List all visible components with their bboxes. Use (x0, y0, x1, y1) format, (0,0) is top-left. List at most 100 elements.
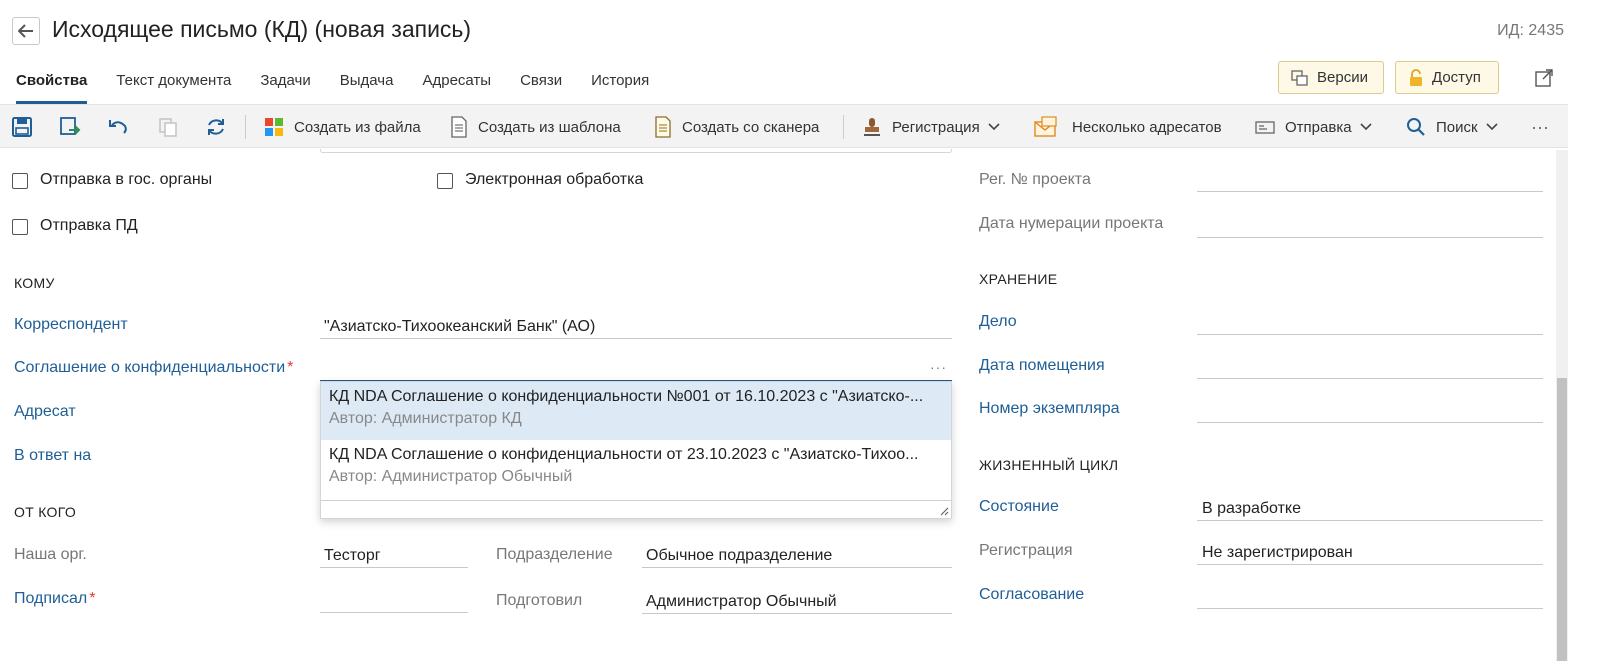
correspondent-label[interactable]: Корреспондент (14, 316, 128, 334)
scrollbar-thumb[interactable] (1557, 378, 1567, 661)
gov-sending-label: Отправка в гос. органы (40, 171, 213, 188)
dropdown-option-title: КД NDA Соглашение о конфиденциальности о… (329, 446, 919, 463)
versions-button[interactable]: Версии (1278, 61, 1384, 94)
record-id: ИД: 2435 (1497, 22, 1564, 39)
case-label[interactable]: Дело (979, 313, 1017, 331)
registration-label: Регистрация (892, 118, 980, 136)
electronic-processing-label: Электронная обработка (465, 171, 644, 188)
nda-dropdown-list: КД NDA Соглашение о конфиденциальности №… (320, 381, 952, 519)
chevron-down-icon (1359, 123, 1372, 131)
tab-properties[interactable]: Свойства (16, 71, 88, 104)
tab-addressees[interactable]: Адресаты (422, 71, 491, 104)
registration-menu-button[interactable]: Регистрация (862, 116, 1010, 138)
copy-icon[interactable] (157, 116, 179, 138)
pd-sending-checkbox[interactable] (12, 219, 28, 235)
placement-date-underline (1197, 378, 1543, 379)
dropdown-option-author: Автор: Администратор КД (329, 410, 522, 427)
multiple-recipients-label: Несколько адресатов (1072, 118, 1222, 136)
toolbar-separator (245, 115, 246, 139)
save-icon[interactable] (11, 116, 33, 138)
our-org-label: Наша орг. (14, 546, 87, 563)
versions-label: Версии (1317, 69, 1368, 86)
nda-label[interactable]: Соглашение о конфиденциальности * (14, 359, 293, 377)
save-and-close-icon[interactable] (59, 116, 81, 138)
tab-history[interactable]: История (591, 71, 649, 104)
create-from-template-label: Создать из шаблона (478, 118, 621, 136)
gov-sending-checkbox[interactable] (12, 173, 28, 189)
prepared-underline (642, 613, 952, 614)
toolbar-separator (843, 115, 844, 139)
section-lifecycle-title: ЖИЗНЕННЫЙ ЦИКЛ (979, 457, 1119, 473)
chevron-down-icon (988, 123, 1000, 131)
envelope-icon (1034, 116, 1057, 137)
dropdown-option[interactable]: КД NDA Соглашение о конфиденциальности о… (321, 440, 951, 498)
state-underline (1197, 520, 1543, 521)
tab-tasks[interactable]: Задачи (260, 71, 310, 104)
addressee-label[interactable]: Адресат (14, 403, 76, 421)
mail-send-icon (1255, 121, 1275, 134)
tab-links[interactable]: Связи (520, 71, 562, 104)
refresh-icon[interactable] (205, 116, 227, 138)
reg-no-underline (1197, 191, 1543, 192)
versions-icon (1291, 69, 1308, 86)
undo-icon[interactable] (107, 116, 129, 138)
tab-bar: Свойства Текст документа Задачи Выдача А… (16, 71, 678, 105)
registration-status-value[interactable]: Не зарегистрирован (1202, 544, 1353, 562)
stamp-icon (864, 118, 880, 136)
section-storage-title: ХРАНЕНИЕ (979, 271, 1058, 287)
toolbar: Создать из файла Создать из шаблона Созд… (0, 104, 1568, 148)
numbering-date-underline (1197, 237, 1543, 238)
state-value[interactable]: В разработке (1202, 500, 1301, 518)
prepared-value[interactable]: Администратор Обычный (646, 593, 837, 611)
create-from-file-label: Создать из файла (294, 118, 421, 136)
create-from-template-button[interactable]: Создать из шаблона (450, 116, 621, 138)
create-from-file-button[interactable]: Создать из файла (264, 116, 421, 138)
document-icon (451, 116, 467, 138)
sending-label: Отправка (1285, 118, 1352, 136)
our-org-underline (320, 567, 468, 568)
sending-menu-button[interactable]: Отправка (1255, 116, 1382, 138)
resize-handle-icon[interactable] (939, 506, 949, 516)
state-label[interactable]: Состояние (979, 498, 1059, 516)
previous-field-box (320, 149, 952, 153)
numbering-date-label: Дата нумерации проекта (979, 215, 1164, 232)
dropdown-option-title: КД NDA Соглашение о конфиденциальности №… (329, 388, 924, 405)
tab-document-text[interactable]: Текст документа (116, 71, 231, 104)
nda-label-text: Соглашение о конфиденциальности (14, 359, 286, 376)
required-mark: * (89, 590, 96, 607)
access-label: Доступ (1432, 69, 1481, 86)
registration-status-underline (1197, 564, 1543, 565)
copy-number-label[interactable]: Номер экземпляра (979, 400, 1120, 418)
approval-label[interactable]: Согласование (979, 586, 1084, 604)
open-new-window-icon[interactable] (1534, 68, 1554, 88)
prepared-label: Подготовил (496, 592, 583, 609)
required-mark: * (287, 359, 294, 376)
search-menu-button[interactable]: Поиск (1406, 116, 1508, 138)
registration-status-label: Регистрация (979, 542, 1073, 559)
create-from-scanner-label: Создать со сканера (682, 118, 820, 136)
tab-issuance[interactable]: Выдача (340, 71, 394, 104)
electronic-processing-checkbox[interactable] (437, 173, 453, 189)
copy-number-underline (1197, 422, 1543, 423)
chevron-down-icon (1486, 123, 1498, 131)
dropdown-divider (321, 500, 951, 501)
our-org-value[interactable]: Тесторг (324, 547, 381, 565)
access-button[interactable]: Доступ (1395, 61, 1499, 94)
back-button[interactable] (12, 17, 40, 45)
correspondent-value[interactable]: "Азиатско-Тихоокеанский Банк" (АО) (324, 318, 595, 336)
signed-label[interactable]: Подписал * (14, 590, 95, 608)
search-label: Поиск (1436, 118, 1478, 136)
lock-icon (1410, 68, 1422, 86)
create-from-scanner-button[interactable]: Создать со сканера (654, 116, 819, 138)
department-value[interactable]: Обычное подразделение (646, 547, 832, 565)
multiple-recipients-button[interactable]: Несколько адресатов (1034, 116, 1222, 138)
page-header: Исходящее письмо (КД) (новая запись) ИД:… (0, 0, 1618, 64)
signed-label-text: Подписал (14, 590, 88, 607)
more-actions-button[interactable]: ··· (1531, 116, 1549, 138)
nda-ellipsis-button[interactable]: ··· (930, 359, 947, 375)
approval-underline (1197, 608, 1543, 609)
dropdown-option[interactable]: КД NDA Соглашение о конфиденциальности №… (321, 382, 951, 440)
placement-date-label[interactable]: Дата помещения (979, 357, 1105, 375)
reply-to-label[interactable]: В ответ на (14, 447, 91, 465)
dropdown-option-author: Автор: Администратор Обычный (329, 468, 573, 485)
